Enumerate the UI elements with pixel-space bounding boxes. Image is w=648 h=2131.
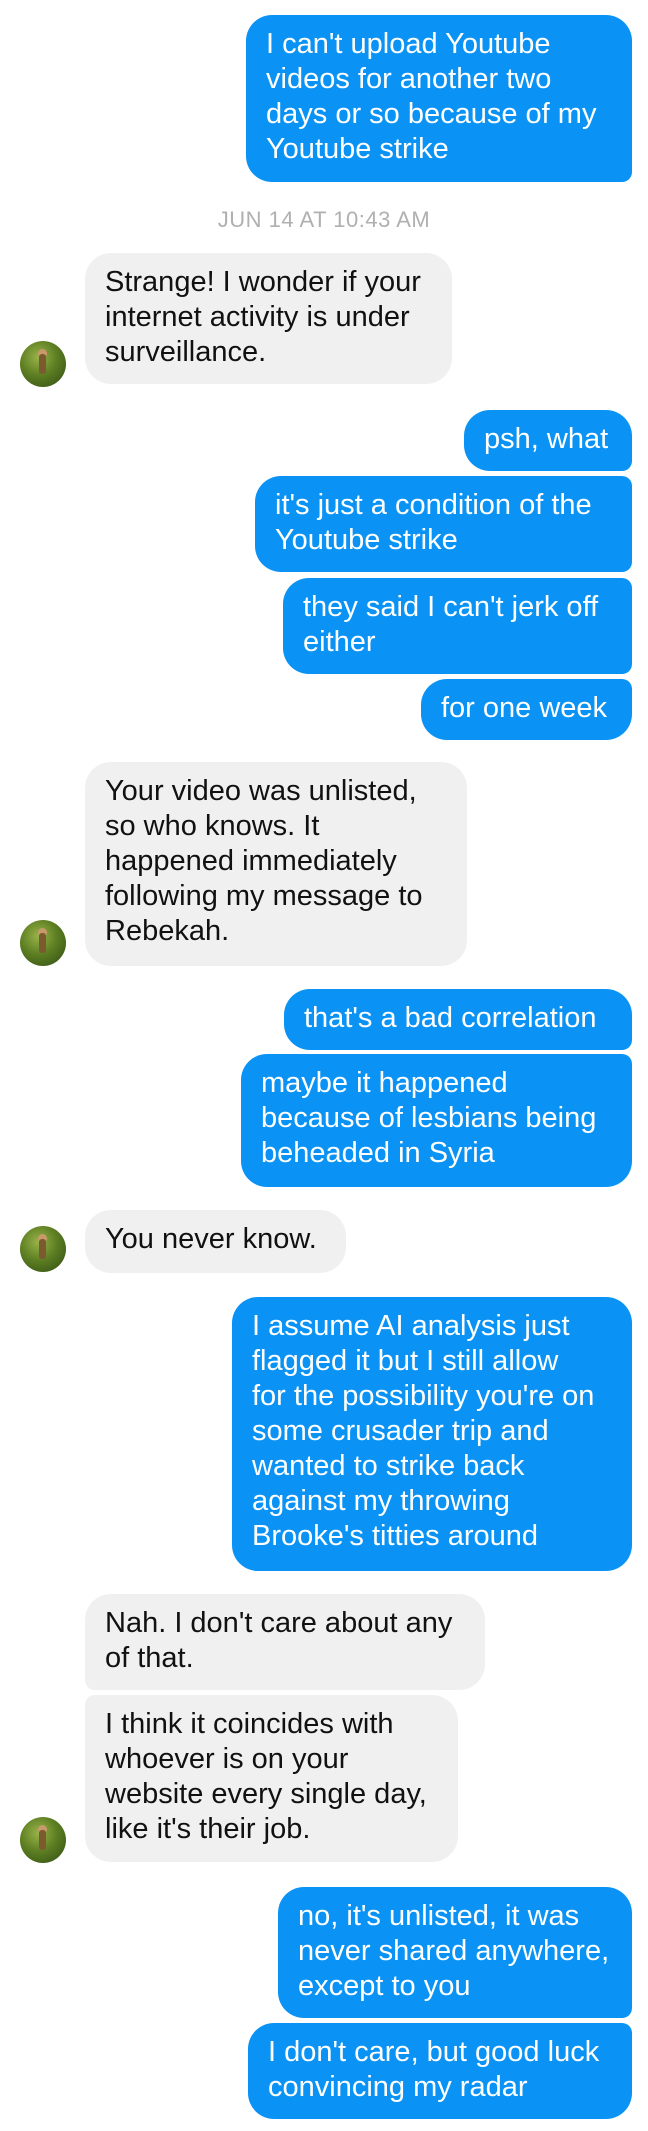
incoming-message[interactable]: Nah. I don't care about any of that. [85,1594,485,1690]
outgoing-message[interactable]: psh, what [464,410,632,471]
incoming-message[interactable]: I think it coincides with whoever is on … [85,1695,458,1862]
outgoing-message[interactable]: for one week [421,679,632,740]
avatar-figure-body-icon [39,933,46,953]
timestamp: JUN 14 AT 10:43 AM [217,207,431,232]
incoming-message[interactable]: Your video was unlisted, so who knows. I… [85,762,467,966]
incoming-message[interactable]: Strange! I wonder if your internet activ… [85,253,452,384]
contact-avatar[interactable] [20,341,66,387]
outgoing-message[interactable]: they said I can't jerk off either [283,578,632,674]
avatar-figure-body-icon [39,354,46,374]
contact-avatar[interactable] [20,920,66,966]
outgoing-message[interactable]: it's just a condition of the Youtube str… [255,476,632,572]
outgoing-message[interactable]: I don't care, but good luck convincing m… [248,2023,632,2119]
contact-avatar[interactable] [20,1226,66,1272]
outgoing-message[interactable]: I assume AI analysis just flagged it but… [232,1297,632,1571]
outgoing-message[interactable]: no, it's unlisted, it was never shared a… [278,1887,632,2018]
avatar-figure-body-icon [39,1239,46,1259]
outgoing-message[interactable]: maybe it happened because of lesbians be… [241,1054,632,1187]
outgoing-message[interactable]: I can't upload Youtube videos for anothe… [246,15,632,182]
incoming-message[interactable]: You never know. [85,1210,346,1273]
avatar-figure-body-icon [39,1830,46,1850]
outgoing-message[interactable]: that's a bad correlation [284,989,632,1050]
contact-avatar[interactable] [20,1817,66,1863]
